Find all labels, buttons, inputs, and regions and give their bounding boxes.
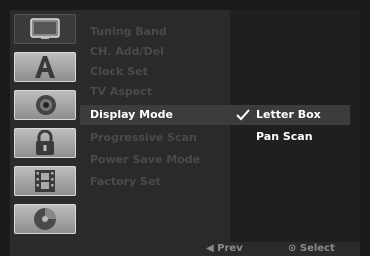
speaker-icon — [32, 93, 58, 117]
category-sidebar — [10, 10, 80, 242]
menu-item-tv-aspect[interactable]: TV Aspect — [80, 82, 230, 102]
language-a-icon — [32, 55, 58, 79]
select-hint: ⊙ Select — [288, 243, 335, 254]
lock-icon — [34, 130, 56, 156]
checkmark-icon — [236, 105, 250, 125]
menu-item-tuning-band[interactable]: Tuning Band — [80, 22, 230, 42]
lock-category-button[interactable] — [14, 128, 76, 158]
menu-item-factory-set[interactable]: Factory Set — [80, 172, 230, 192]
option-label: Letter Box — [256, 108, 321, 121]
tv-icon — [30, 18, 60, 40]
setup-menu-screen: Tuning Band CH. Add/Del Clock Set TV Asp… — [0, 0, 370, 256]
option-pan-scan[interactable]: Pan Scan — [230, 127, 350, 147]
option-letter-box[interactable]: Letter Box — [230, 105, 350, 125]
prev-hint: ◀ Prev — [206, 243, 243, 254]
menu-item-ch-add-del[interactable]: CH. Add/Del — [80, 42, 230, 62]
footer-hint-bar: ◀ Prev ⊙ Select — [10, 242, 360, 256]
option-label: Pan Scan — [256, 130, 313, 143]
film-category-button[interactable] — [14, 166, 76, 196]
options-panel: Letter Box Pan Scan — [230, 10, 360, 242]
settings-menu: Tuning Band CH. Add/Del Clock Set TV Asp… — [80, 10, 230, 242]
audio-category-button[interactable] — [14, 90, 76, 120]
menu-item-display-mode[interactable]: Display Mode — [80, 105, 230, 125]
menu-item-power-save-mode[interactable]: Power Save Mode — [80, 150, 230, 170]
disc-category-button[interactable] — [14, 204, 76, 234]
language-category-button[interactable] — [14, 52, 76, 82]
disc-icon — [32, 206, 58, 232]
tv-category-button[interactable] — [14, 14, 76, 44]
menu-item-progressive-scan[interactable]: Progressive Scan — [80, 128, 230, 148]
film-icon — [34, 169, 56, 193]
menu-item-clock-set[interactable]: Clock Set — [80, 62, 230, 82]
